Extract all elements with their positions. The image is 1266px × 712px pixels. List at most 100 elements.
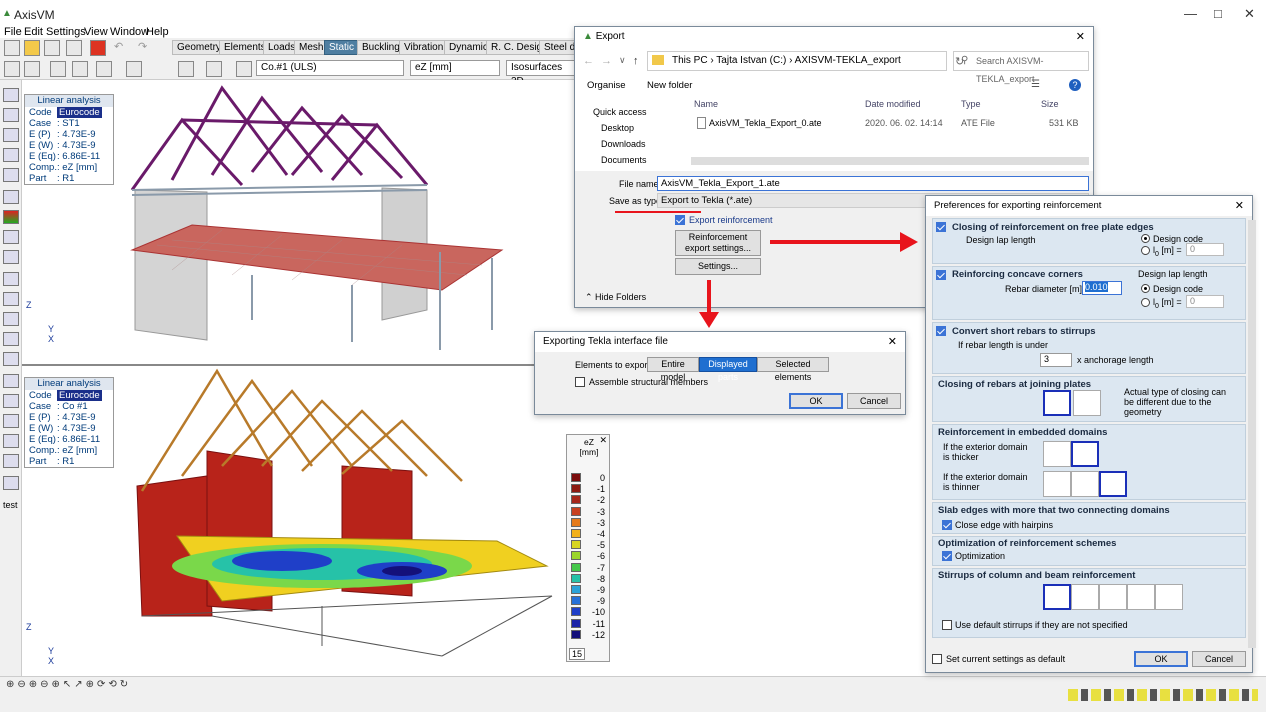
assemble-checkbox[interactable] (575, 377, 585, 387)
column-name[interactable]: Name (694, 99, 718, 109)
file-name-input[interactable]: AxisVM_Tekla_Export_1.ate (657, 176, 1089, 191)
stirrup-type-3-icon[interactable] (1099, 584, 1127, 610)
breadcrumb[interactable]: AXISVM-TEKLA_export (795, 55, 901, 66)
column-size[interactable]: Size (1041, 99, 1059, 109)
diagram-icon[interactable] (178, 61, 194, 77)
column-type[interactable]: Type (961, 99, 981, 109)
anchorage-multiplier-stepper[interactable]: 3 (1040, 353, 1072, 367)
displayed-parts-button[interactable]: Displayed parts (699, 357, 757, 382)
hide-folders-button[interactable]: ⌃ Hide Folders (585, 292, 646, 303)
legend-count[interactable]: 15 (569, 648, 585, 660)
file-row[interactable]: AxisVM_Tekla_Export_0.ate 2020. 06. 02. … (693, 117, 1087, 131)
wrench-icon[interactable] (3, 476, 19, 490)
s2-custom-radio[interactable] (1141, 298, 1150, 307)
tab-vibration[interactable]: Vibration (399, 40, 449, 55)
units-icon[interactable] (24, 61, 40, 77)
closing-type-a-icon[interactable] (1043, 390, 1071, 416)
nav-downloads[interactable]: Downloads (601, 139, 646, 149)
help-icon[interactable]: ? (1069, 79, 1081, 91)
s1-custom-radio[interactable] (1141, 246, 1150, 255)
zoom-icon[interactable] (3, 108, 19, 122)
horizontal-scrollbar[interactable] (691, 157, 1089, 165)
stirrup-type-2-icon[interactable] (1071, 584, 1099, 610)
menu-window[interactable]: Window (110, 26, 149, 38)
stirrup-type-5-icon[interactable] (1155, 584, 1183, 610)
export-reinforcement-checkbox[interactable] (675, 215, 685, 225)
table-icon[interactable] (50, 61, 66, 77)
node-icon[interactable] (3, 230, 19, 244)
maximize-icon[interactable]: □ (1214, 6, 1222, 21)
copy-icon[interactable] (3, 148, 19, 162)
default-stirrups-checkbox[interactable] (942, 620, 952, 630)
close-icon[interactable]: ✕ (1076, 30, 1085, 43)
address-bar[interactable]: This PC › Tajta Istvan (C:) › AXISVM-TEK… (647, 51, 947, 71)
view-icon[interactable] (126, 61, 142, 77)
menu-help[interactable]: Help (146, 26, 169, 38)
set-default-checkbox[interactable] (932, 654, 942, 664)
select-icon[interactable] (3, 88, 19, 102)
search-input[interactable]: Search AXISVM-TEKLA_export (953, 51, 1089, 84)
hairpins-checkbox[interactable] (942, 520, 952, 530)
stirrup-type-1-icon[interactable] (1043, 584, 1071, 610)
prefs-scrollbar[interactable] (1248, 220, 1256, 648)
minimize-icon[interactable]: — (1184, 6, 1197, 21)
menu-edit[interactable]: Edit (24, 26, 43, 38)
open-folder-icon[interactable] (24, 40, 40, 56)
undo-icon[interactable]: ↶ (114, 40, 130, 56)
tekla-ok-button[interactable]: OK (789, 393, 843, 409)
result-list-icon[interactable] (236, 61, 252, 77)
thinner-option-c-icon[interactable] (1099, 471, 1127, 497)
nav-documents[interactable]: Documents (601, 155, 647, 165)
breadcrumb[interactable]: Tajta Istvan (C:) (716, 55, 786, 66)
s2-length-input[interactable]: 0 (1186, 295, 1224, 308)
thicker-option-a-icon[interactable] (1043, 441, 1071, 467)
close-icon[interactable]: ✕ (1235, 199, 1244, 212)
snap-toolbar-icons[interactable] (1068, 689, 1258, 701)
component-select[interactable]: eZ [mm] (410, 60, 500, 76)
pencil-icon[interactable] (3, 434, 19, 448)
new-folder-button[interactable]: New folder (647, 80, 692, 91)
thinner-option-b-icon[interactable] (1071, 471, 1099, 497)
close-icon[interactable]: ✕ (1244, 6, 1255, 22)
settings-button[interactable]: Settings... (675, 258, 761, 275)
up-icon[interactable]: ↑ (633, 55, 639, 67)
stirrup-type-4-icon[interactable] (1127, 584, 1155, 610)
column-date[interactable]: Date modified (865, 99, 921, 109)
thicker-option-b-icon[interactable] (1071, 441, 1099, 467)
entire-model-button[interactable]: Entire model (647, 357, 699, 382)
tab-geometry[interactable]: Geometry (172, 40, 226, 55)
bars-icon[interactable] (3, 190, 19, 204)
new-file-icon[interactable] (4, 40, 20, 56)
optimization-checkbox[interactable] (942, 551, 952, 561)
concave-corners-checkbox[interactable] (936, 270, 946, 280)
s1-design-code-radio[interactable] (1141, 234, 1150, 243)
view-controls-icon[interactable]: ⊕⊖⊕⊖⊕↖↗⊕⟳⟲↻ (6, 679, 131, 690)
axes-icon[interactable] (3, 128, 19, 142)
breadcrumb[interactable]: This PC (672, 55, 708, 66)
beam-icon[interactable] (3, 374, 19, 388)
save-icon[interactable] (44, 40, 60, 56)
report-icon[interactable] (72, 61, 88, 77)
nav-quick-access[interactable]: Quick access (593, 107, 647, 117)
reinforcement-settings-button[interactable]: Reinforcement export settings... (675, 230, 761, 256)
glasses-icon[interactable] (3, 454, 19, 468)
rebar-diameter-input[interactable]: 0.010 (1082, 281, 1122, 295)
redo-icon[interactable]: ↷ (138, 40, 154, 56)
layer-icon[interactable] (4, 61, 20, 77)
nav-desktop[interactable]: Desktop (601, 123, 634, 133)
print-icon[interactable] (66, 40, 82, 56)
view-options-icon[interactable]: ☰ (1031, 79, 1040, 90)
plane-icon[interactable] (3, 332, 19, 346)
display-mode-select[interactable]: Isosurfaces 2D (506, 60, 576, 87)
close-icon[interactable]: ✕ (888, 335, 897, 348)
load-case-select[interactable]: Co.#1 (ULS) (256, 60, 404, 76)
menu-view[interactable]: View (84, 26, 108, 38)
rotate-icon[interactable] (3, 312, 19, 326)
prefs-ok-button[interactable]: OK (1134, 651, 1188, 667)
display-options-icon[interactable] (96, 61, 112, 77)
menu-file[interactable]: File (4, 26, 22, 38)
section-icon[interactable] (3, 352, 19, 366)
tekla-cancel-button[interactable]: Cancel (847, 393, 901, 409)
forward-icon[interactable]: → (601, 55, 612, 67)
color-map-icon[interactable] (3, 210, 19, 224)
